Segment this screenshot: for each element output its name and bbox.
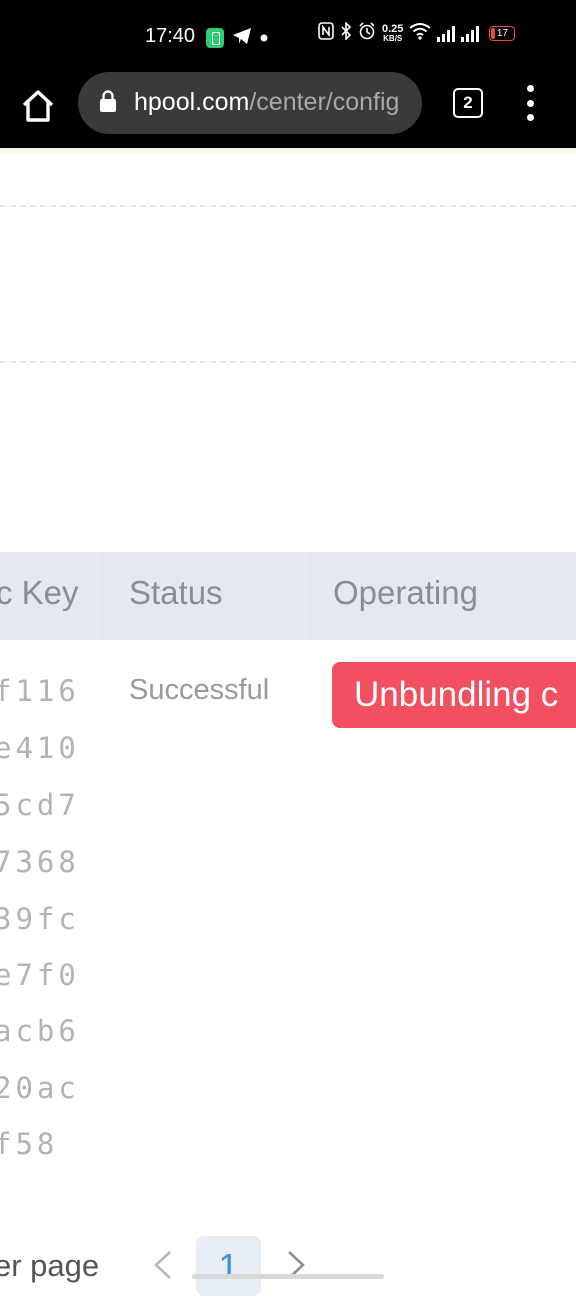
column-header-status: Status	[129, 574, 223, 611]
menu-dot-icon	[526, 85, 534, 92]
menu-dot-icon	[526, 99, 534, 107]
notification-icons	[206, 25, 276, 51]
column-header-key: c Key	[0, 574, 79, 611]
signal-icon	[461, 25, 480, 42]
table-header: c Key Status Operating	[0, 552, 576, 640]
per-page-label: er page	[0, 1248, 100, 1283]
status-bar: 17:40 0.25 KB/S 17	[0, 0, 576, 72]
key-fragment: acb6	[0, 1014, 80, 1048]
telegram-icon	[232, 27, 252, 50]
signal-icon	[437, 25, 456, 42]
alarm-icon	[358, 22, 376, 45]
battery-fill	[491, 28, 496, 39]
column-header-operating: Operating	[333, 574, 478, 611]
column-divider	[310, 552, 311, 640]
key-fragment: e410	[0, 731, 80, 765]
key-fragment: f58	[0, 1127, 59, 1161]
bluetooth-icon	[340, 21, 352, 45]
divider	[0, 205, 576, 207]
key-fragment: 5cd7	[0, 788, 80, 822]
menu-dot-icon	[526, 114, 534, 121]
system-icons: 0.25 KB/S 17	[318, 21, 516, 45]
battery-icon: 17	[489, 26, 516, 41]
clock: 17:40	[145, 25, 196, 47]
divider	[0, 361, 576, 363]
browser-toolbar: hpool.com/center/config 2	[0, 72, 576, 148]
nfc-icon	[318, 22, 334, 45]
url-path: /center/config	[249, 88, 400, 116]
key-fragment: e7f0	[0, 958, 80, 992]
url-text: hpool.com/center/config	[134, 88, 399, 117]
home-button[interactable]	[18, 86, 58, 126]
page-top-strip	[0, 148, 576, 156]
page-number-current[interactable]: 1	[196, 1236, 261, 1296]
network-speed: 0.25 KB/S	[382, 22, 404, 44]
key-fragment: 7368	[0, 845, 80, 879]
key-fragment: f116	[0, 674, 80, 708]
tab-switcher-button[interactable]: 2	[453, 88, 483, 118]
battery-level: 17	[496, 28, 508, 39]
status-value: Successful	[129, 674, 270, 706]
key-fragment: 39fc	[0, 902, 80, 936]
lock-icon	[100, 90, 116, 112]
wifi-icon	[409, 22, 432, 45]
home-indicator	[192, 1274, 384, 1279]
prev-page-button[interactable]	[150, 1248, 176, 1282]
home-icon	[22, 90, 54, 122]
column-divider	[102, 552, 103, 640]
overflow-menu-button[interactable]	[521, 85, 539, 121]
url-domain: hpool.com	[134, 88, 250, 116]
dot-icon	[260, 29, 268, 47]
chevron-left-icon	[154, 1251, 171, 1279]
address-bar[interactable]: hpool.com/center/config	[78, 72, 422, 134]
network-speed-value: 0.25	[382, 22, 404, 35]
tab-count: 2	[463, 93, 473, 112]
unbundling-button[interactable]: Unbundling c	[332, 662, 576, 728]
network-speed-unit: KB/S	[383, 33, 403, 43]
key-fragment: 20ac	[0, 1071, 80, 1105]
battery-saver-icon	[206, 28, 224, 48]
